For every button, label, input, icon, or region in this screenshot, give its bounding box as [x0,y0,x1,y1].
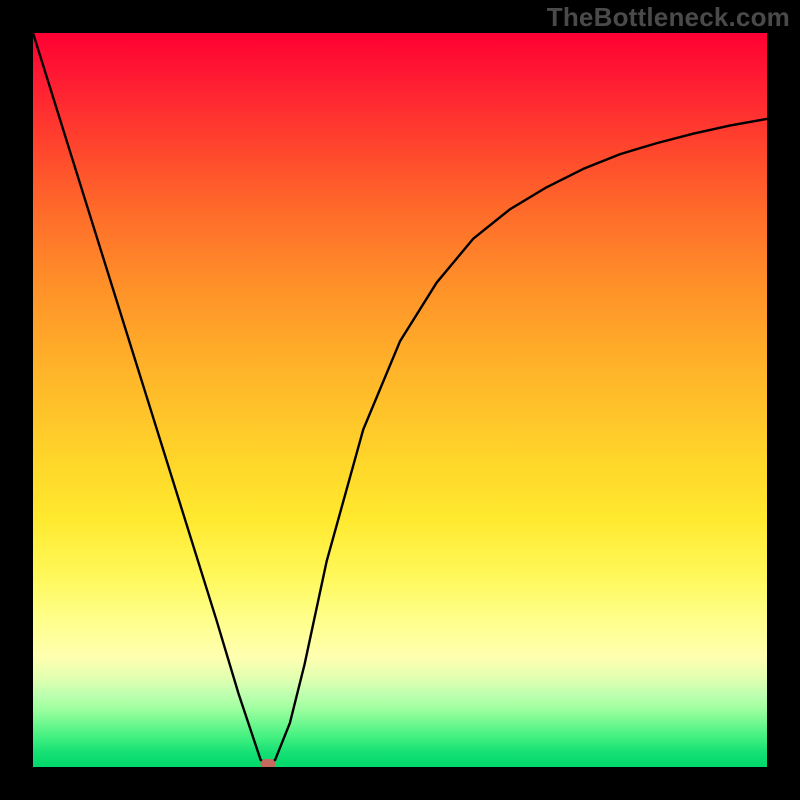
plot-area [33,33,767,767]
minimum-marker [260,759,275,767]
bottleneck-curve [33,33,767,767]
chart-frame: TheBottleneck.com [0,0,800,800]
watermark-text: TheBottleneck.com [547,2,790,33]
